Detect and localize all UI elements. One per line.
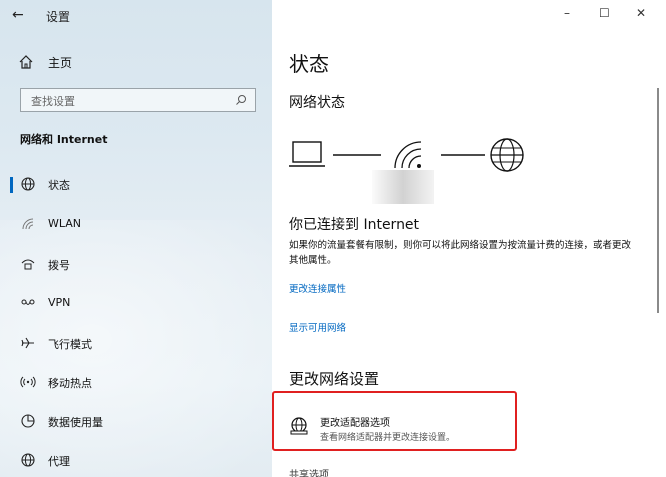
sidebar-item-label: 移动热点: [48, 377, 92, 390]
sidebar-item-label: 数据使用量: [48, 416, 103, 429]
show-available-networks-link[interactable]: 显示可用网络: [289, 320, 346, 334]
page-title: 状态: [289, 52, 329, 76]
home-icon: [19, 55, 33, 69]
close-button[interactable]: ✕: [636, 6, 646, 20]
sidebar: ← 设置 主页 查找设置 网络和 Internet 状态 WLAN 拨号 VPN…: [0, 0, 272, 477]
active-indicator: [10, 177, 13, 193]
sidebar-item-label: 状态: [48, 179, 70, 192]
sidebar-item-status[interactable]: 状态: [0, 166, 272, 202]
search-placeholder: 查找设置: [31, 95, 75, 108]
sidebar-item-vpn[interactable]: VPN: [0, 285, 272, 321]
change-connection-properties-link[interactable]: 更改连接属性: [289, 281, 346, 295]
sidebar-item-hotspot[interactable]: 移动热点: [0, 364, 272, 400]
wifi-icon: [22, 218, 34, 230]
connection-heading: 你已连接到 Internet: [289, 217, 420, 233]
internet-globe-icon: [490, 138, 524, 172]
sidebar-item-data-usage[interactable]: 数据使用量: [0, 403, 272, 439]
sidebar-item-label: WLAN: [48, 217, 82, 230]
dialup-icon: [21, 259, 35, 270]
sidebar-item-proxy[interactable]: 代理: [0, 442, 272, 477]
airplane-icon: [21, 337, 34, 349]
sidebar-item-wlan[interactable]: WLAN: [0, 206, 272, 242]
vpn-icon: [21, 299, 35, 305]
connection-description: 如果你的流量套餐有限制，则你可以将此网络设置为按流量计费的连接，或者更改其他属性…: [289, 240, 632, 266]
window-title: 设置: [46, 10, 71, 24]
change-adapter-options-subtitle: 查看网络适配器并更改连接设置。: [320, 433, 456, 443]
redaction-blur: [372, 170, 434, 204]
sidebar-item-label: 飞行模式: [48, 338, 92, 351]
proxy-globe-icon: [21, 453, 35, 467]
home-label: 主页: [48, 56, 73, 70]
change-adapter-options-title[interactable]: 更改适配器选项: [320, 414, 390, 429]
laptop-icon: [289, 141, 325, 167]
minimize-button[interactable]: –: [564, 6, 570, 20]
change-network-settings-heading: 更改网络设置: [289, 370, 380, 388]
sidebar-item-label: 代理: [48, 455, 70, 468]
network-status-heading: 网络状态: [289, 95, 345, 111]
sidebar-item-airplane[interactable]: 飞行模式: [0, 325, 272, 361]
title-bar: ← 设置: [0, 0, 272, 32]
sidebar-item-label: 拨号: [48, 259, 70, 272]
back-arrow-icon[interactable]: ←: [12, 7, 24, 23]
search-icon: [236, 95, 246, 105]
data-usage-icon: [21, 414, 35, 428]
search-input[interactable]: 查找设置: [20, 88, 256, 112]
sidebar-item-dialup[interactable]: 拨号: [0, 246, 272, 282]
sidebar-item-home[interactable]: 主页: [0, 50, 272, 78]
section-title: 网络和 Internet: [20, 133, 108, 146]
wifi-signal-icon: [394, 141, 422, 169]
hotspot-icon: [20, 376, 36, 388]
maximize-button[interactable]: ☐: [599, 6, 610, 20]
sharing-options-item[interactable]: 共享选项: [289, 466, 329, 477]
scrollbar[interactable]: [657, 88, 659, 313]
network-adapter-icon[interactable]: [289, 416, 309, 436]
globe-icon: [21, 177, 35, 191]
sidebar-item-label: VPN: [48, 296, 71, 309]
